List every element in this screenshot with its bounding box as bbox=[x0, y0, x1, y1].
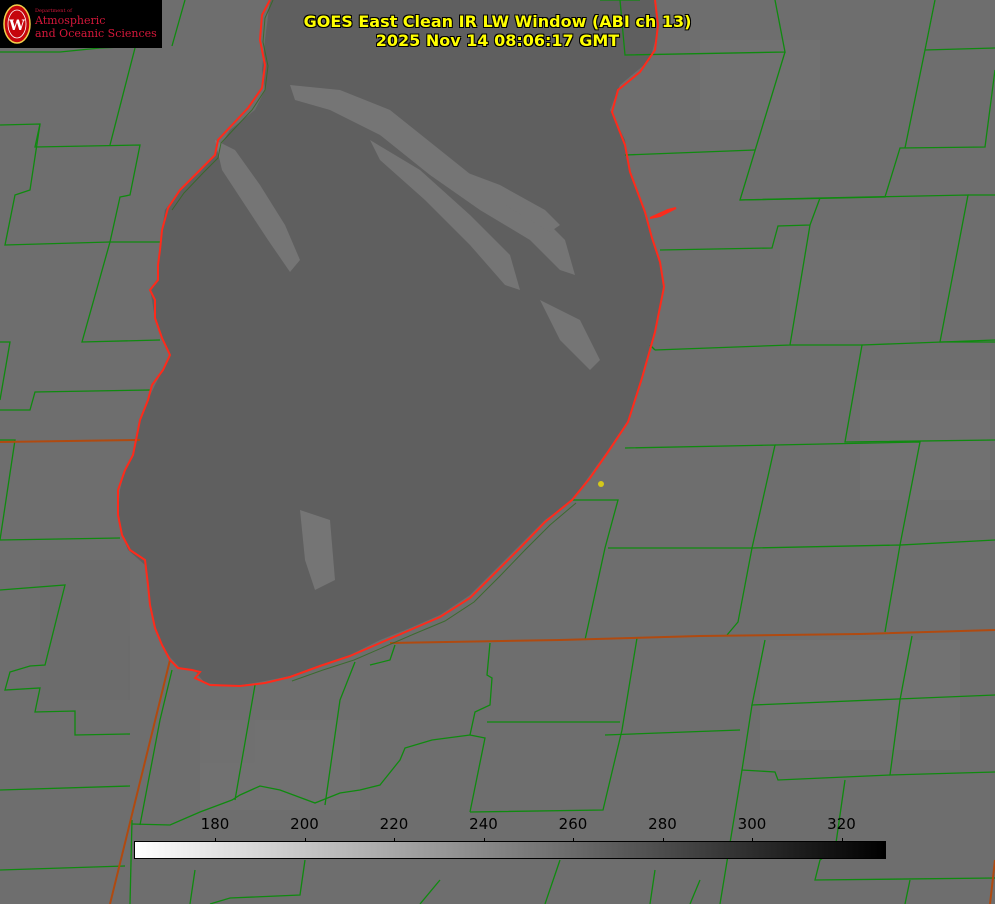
image-title: GOES East Clean IR LW Window (ABI ch 13)… bbox=[0, 12, 995, 50]
colorbar-gradient bbox=[134, 841, 886, 859]
title-line-1: GOES East Clean IR LW Window (ABI ch 13) bbox=[303, 12, 692, 31]
colorbar-tick-label: 320 bbox=[827, 815, 856, 833]
colorbar-tick-label: 180 bbox=[200, 815, 230, 833]
colorbar-tick-label: 220 bbox=[379, 815, 409, 833]
colorbar-tick-label: 280 bbox=[648, 815, 677, 833]
satellite-map bbox=[0, 0, 995, 904]
satellite-image-viewer: W Department of Atmospheric and Oceanic … bbox=[0, 0, 995, 904]
colorbar-tick-label: 240 bbox=[469, 815, 498, 833]
colorbar-tick-label: 260 bbox=[558, 815, 588, 833]
colorbar-tick-label: 200 bbox=[290, 815, 319, 833]
title-line-2: 2025 Nov 14 08:06:17 GMT bbox=[375, 31, 620, 50]
colorbar-tick-label: 300 bbox=[737, 815, 767, 833]
station-marker bbox=[598, 481, 604, 487]
